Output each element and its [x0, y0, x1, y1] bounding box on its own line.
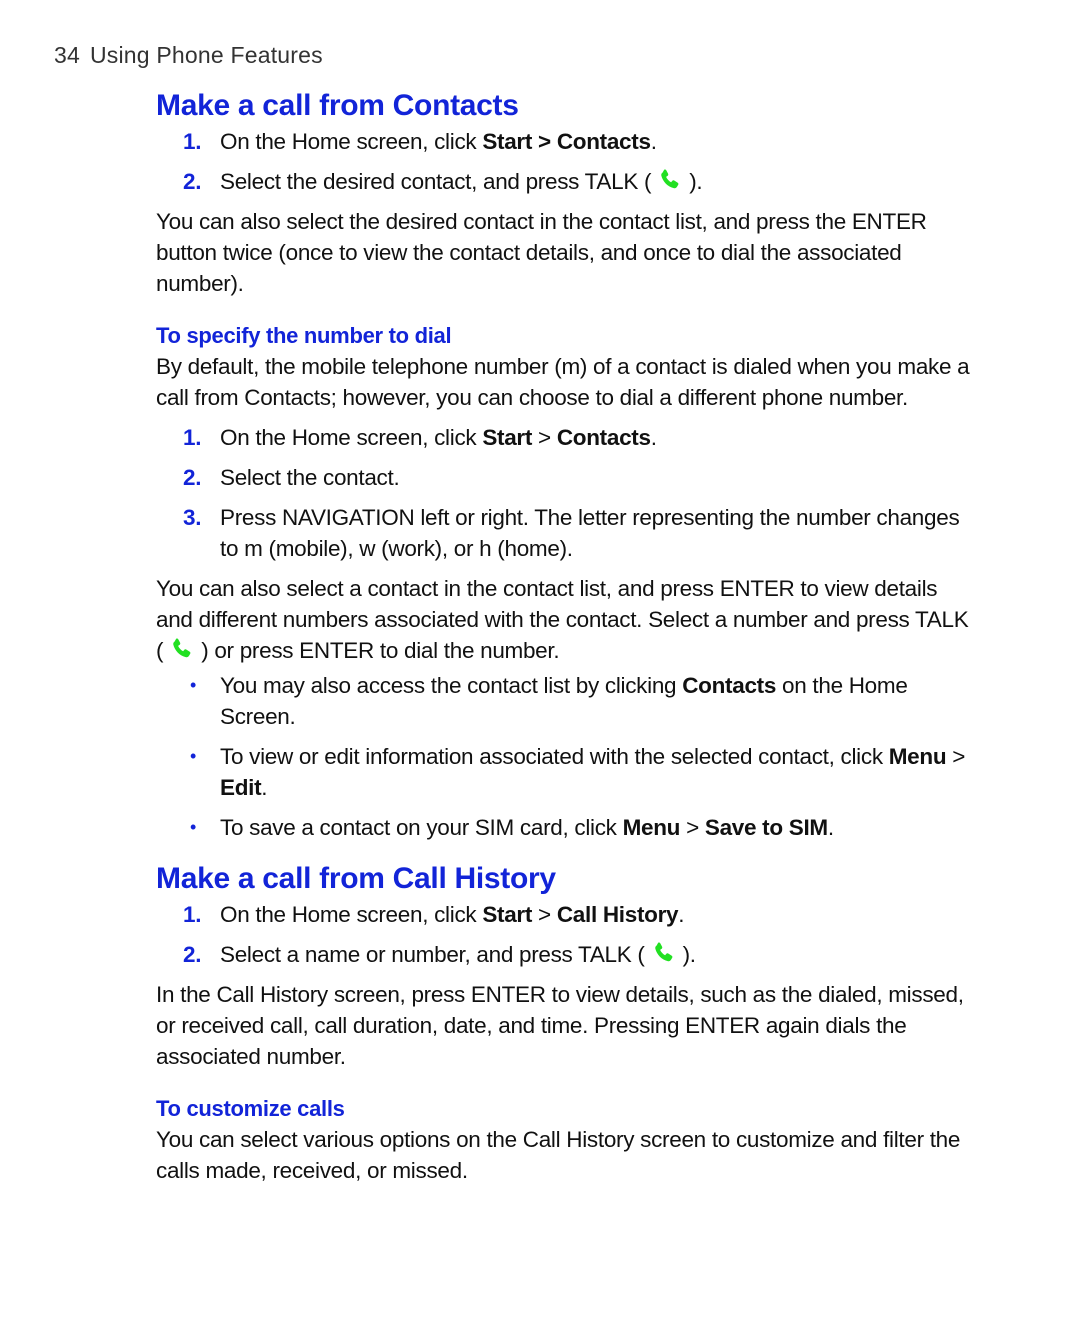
phone-handset-icon	[654, 942, 673, 962]
bullet-text: .	[261, 775, 268, 800]
phone-handset-icon	[173, 638, 191, 658]
bullet-icon: •	[190, 746, 197, 766]
bullet-text: To save a contact on your SIM card, clic…	[220, 815, 623, 840]
subheading-specify-number: To specify the number to dial	[156, 323, 452, 348]
bullet-item: • To save a contact on your SIM card, cl…	[156, 812, 976, 843]
ui-path: Start	[482, 425, 533, 450]
paragraph: You can also select a contact in the con…	[156, 573, 976, 666]
step-number: 1.	[183, 425, 202, 450]
step-text: .	[678, 902, 685, 927]
step-text: >	[532, 425, 557, 450]
paragraph: You can also select the desired contact …	[156, 209, 927, 296]
bullet-icon: •	[190, 675, 197, 695]
step-text: Press NAVIGATION left or right. The lett…	[220, 505, 960, 561]
bullet-text: You may also access the contact list by …	[220, 673, 683, 698]
paragraph: By default, the mobile telephone number …	[156, 354, 970, 410]
step-text: ).	[682, 942, 696, 967]
bullet-text: .	[827, 815, 834, 840]
step-item: 3. Press NAVIGATION left or right. The l…	[156, 502, 976, 564]
step-text: Select the contact.	[220, 465, 400, 490]
step-text: .	[650, 425, 657, 450]
tips-list: • You may also access the contact list b…	[156, 670, 976, 843]
paragraph-text: ) or press ENTER to dial the number.	[201, 638, 560, 663]
step-text: On the Home screen, click	[220, 425, 483, 450]
step-item: 2. Select a name or number, and press TA…	[156, 939, 976, 970]
ui-path: Edit	[220, 775, 262, 800]
ui-path: Start > Contacts	[482, 129, 651, 154]
phone-handset-icon	[661, 169, 679, 189]
ui-path: Contacts	[556, 425, 651, 450]
specify-steps: 1. On the Home screen, click Start > Con…	[156, 422, 976, 564]
subheading-customize-calls: To customize calls	[156, 1096, 345, 1121]
step-text: >	[532, 902, 557, 927]
bullet-text: >	[680, 815, 705, 840]
bullet-text: >	[946, 744, 966, 769]
ui-path: Call History	[556, 902, 679, 927]
step-number: 1.	[183, 902, 202, 927]
step-text: On the Home screen, click	[220, 129, 483, 154]
ui-path: Save to SIM	[704, 815, 828, 840]
ui-path: Contacts	[682, 673, 777, 698]
step-text: Select a name or number, and press TALK …	[220, 942, 645, 967]
page-number: 34	[54, 42, 80, 68]
paragraph: You can select various options on the Ca…	[156, 1127, 961, 1183]
section-title: Using Phone Features	[89, 42, 323, 68]
heading-contacts: Make a call from Contacts	[156, 89, 519, 122]
step-number: 2.	[183, 169, 202, 194]
bullet-text: To view or edit information associated w…	[220, 744, 889, 769]
step-number: 3.	[183, 505, 202, 530]
ui-path: Menu	[622, 815, 681, 840]
step-item: 1. On the Home screen, click Start > Con…	[156, 126, 976, 157]
step-number: 2.	[183, 942, 202, 967]
step-item: 1. On the Home screen, click Start > Con…	[156, 422, 976, 453]
step-item: 1. On the Home screen, click Start > Cal…	[156, 899, 976, 930]
step-number: 2.	[183, 465, 202, 490]
step-text: ).	[689, 169, 703, 194]
history-steps: 1. On the Home screen, click Start > Cal…	[156, 899, 976, 970]
page-content: Make a call from Contacts 1. On the Home…	[156, 86, 976, 1186]
heading-call-history: Make a call from Call History	[156, 862, 556, 895]
contacts-steps: 1. On the Home screen, click Start > Con…	[156, 126, 976, 197]
step-text: Select the desired contact, and press TA…	[220, 169, 652, 194]
step-text: On the Home screen, click	[220, 902, 483, 927]
paragraph: In the Call History screen, press ENTER …	[156, 982, 964, 1069]
step-item: 2. Select the contact.	[156, 462, 976, 493]
step-text: .	[650, 129, 657, 154]
ui-path: Start	[482, 902, 533, 927]
bullet-icon: •	[190, 817, 197, 837]
bullet-item: • You may also access the contact list b…	[156, 670, 976, 732]
step-number: 1.	[183, 129, 202, 154]
step-item: 2. Select the desired contact, and press…	[156, 166, 976, 197]
ui-path: Menu	[888, 744, 947, 769]
bullet-item: • To view or edit information associated…	[156, 741, 976, 803]
page-header: 34 Using Phone Features	[54, 42, 323, 69]
